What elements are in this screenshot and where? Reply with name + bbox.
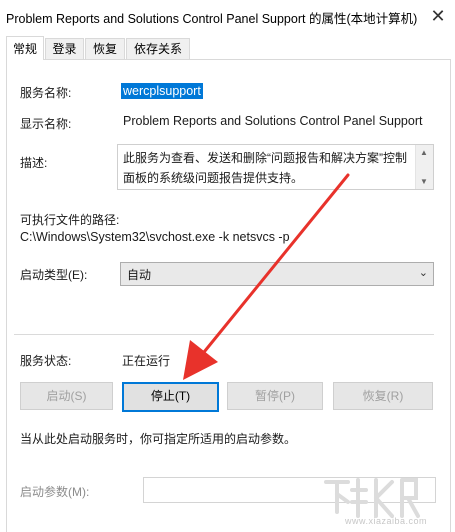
watermark-text: www.xiazaiba.com	[345, 516, 428, 526]
tab-logon[interactable]: 登录	[45, 38, 84, 59]
exec-path-label: 可执行文件的路径:	[20, 213, 120, 227]
display-name-value[interactable]: Problem Reports and Solutions Control Pa…	[123, 114, 433, 128]
general-panel	[6, 59, 451, 532]
display-name-label: 显示名称:	[20, 117, 72, 131]
start-params-hint: 当从此处启动服务时，你可指定所适用的启动参数。	[20, 432, 297, 446]
description-label: 描述:	[20, 156, 48, 170]
service-status-value: 正在运行	[122, 354, 171, 368]
scroll-up-icon[interactable]: ▲	[420, 148, 428, 157]
close-icon[interactable]: ✕	[425, 3, 451, 29]
service-name-value[interactable]: wercplsupport	[121, 83, 203, 99]
startup-type-label: 启动类型(E):	[20, 268, 88, 282]
start-button[interactable]: 启动(S)	[20, 382, 113, 410]
description-scrollbar[interactable]: ▲ ▼	[415, 145, 433, 189]
tab-general[interactable]: 常规	[6, 36, 44, 60]
pause-button[interactable]: 暂停(P)	[227, 382, 323, 410]
scroll-down-icon[interactable]: ▼	[420, 177, 428, 186]
tab-strip: 常规 登录 恢复 依存关系	[0, 36, 455, 60]
service-status-label: 服务状态:	[20, 354, 72, 368]
start-params-label: 启动参数(M):	[20, 485, 90, 499]
exec-path-value: C:\Windows\System32\svchost.exe -k netsv…	[20, 230, 290, 244]
startup-type-select[interactable]: 自动 ⌄	[120, 262, 434, 286]
tab-recovery[interactable]: 恢复	[85, 38, 125, 59]
startup-type-value: 自动	[127, 268, 152, 282]
stop-button[interactable]: 停止(T)	[122, 382, 219, 412]
window-title: Problem Reports and Solutions Control Pa…	[6, 12, 418, 26]
description-text: 此服务为查看、发送和删除“问题报告和解决方案”控制面板的系统级问题报告提供支持。	[123, 151, 407, 185]
service-name-label: 服务名称:	[20, 86, 72, 100]
resume-button[interactable]: 恢复(R)	[333, 382, 433, 410]
tab-dependencies[interactable]: 依存关系	[126, 38, 190, 59]
chevron-down-icon: ⌄	[418, 267, 428, 279]
divider	[14, 334, 434, 335]
description-box[interactable]: 此服务为查看、发送和删除“问题报告和解决方案”控制面板的系统级问题报告提供支持。…	[117, 144, 434, 190]
title-bar: Problem Reports and Solutions Control Pa…	[0, 0, 455, 32]
